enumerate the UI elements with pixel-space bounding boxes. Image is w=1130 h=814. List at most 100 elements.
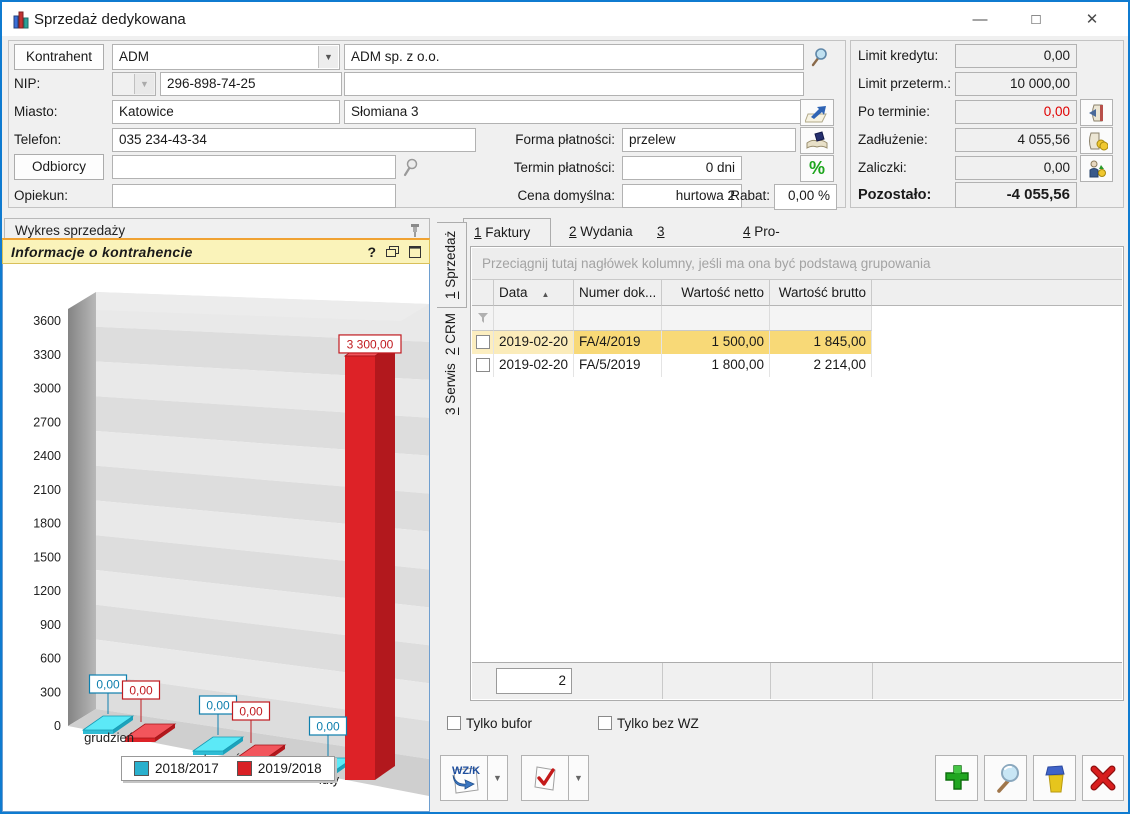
cell-numer[interactable]: FA/4/2019	[574, 331, 662, 354]
tab-sprzedaz[interactable]: 1 Sprzedaż	[437, 222, 467, 308]
header-empty	[872, 280, 1122, 306]
cena-label: Cena domyślna:	[455, 184, 615, 208]
extra-name-field[interactable]	[344, 72, 804, 96]
svg-text:0,00: 0,00	[206, 699, 230, 713]
group-by-hint[interactable]: Przeciągnij tutaj nagłówek kolumny, jeśl…	[472, 248, 1122, 280]
add-button[interactable]	[935, 755, 978, 801]
close-x-icon	[1088, 763, 1118, 793]
odbiorcy-search-icon[interactable]	[400, 156, 420, 178]
nip-field[interactable]: 296-898-74-25	[160, 72, 342, 96]
row-checkbox[interactable]	[476, 358, 490, 372]
magnifier-icon	[990, 762, 1022, 794]
odbiorcy-button[interactable]: Odbiorcy	[14, 154, 104, 180]
kontrahent-button[interactable]: Kontrahent	[14, 44, 104, 70]
tylko-bufor-checkbox[interactable]	[447, 716, 461, 730]
kontrahent-name-field[interactable]: ADM sp. z o.o.	[344, 44, 804, 70]
tylko-bez-wz-checkbox[interactable]	[598, 716, 612, 730]
rabat-field[interactable]: 0,00 %	[774, 184, 837, 210]
tab-wydania[interactable]: 2 Wydania	[559, 218, 645, 247]
trash-icon	[1040, 762, 1070, 794]
debt-list-icon	[1086, 131, 1108, 151]
send-address-button[interactable]	[800, 99, 834, 126]
svg-text:600: 600	[40, 652, 61, 666]
delete-button[interactable]	[1033, 755, 1076, 801]
payment-history-button[interactable]	[800, 127, 834, 154]
telefon-field[interactable]: 035 234-43-34	[112, 128, 476, 152]
miasto-field[interactable]: Katowice	[112, 100, 340, 124]
debt-preview-button[interactable]	[1080, 127, 1113, 154]
row-checkbox[interactable]	[476, 335, 490, 349]
filter-cell[interactable]	[574, 306, 662, 331]
miasto-label: Miasto:	[14, 100, 58, 124]
close-button[interactable]: ✕	[1064, 2, 1120, 36]
filter-funnel-icon[interactable]	[477, 312, 489, 324]
chevron-down-icon: ▼	[134, 74, 154, 94]
pozostalo-label: Pozostało:	[858, 183, 931, 207]
book-icon	[805, 131, 829, 151]
filter-cell[interactable]	[472, 306, 494, 331]
cell-brutto[interactable]: 2 214,00	[770, 354, 872, 377]
header-numer[interactable]: Numer dok...	[574, 280, 662, 306]
cell-data[interactable]: 2019-02-20	[494, 331, 574, 354]
chevron-down-icon[interactable]: ▼	[318, 46, 338, 68]
tylko-bez-wz-label: Tylko bez WZ	[617, 716, 699, 732]
kontrahent-code-combo[interactable]: ADM ▼	[112, 44, 340, 70]
approve-dropdown[interactable]: ▼	[569, 755, 589, 801]
zadluzenie-label: Zadłużenie:	[858, 128, 928, 152]
view-button[interactable]	[984, 755, 1027, 801]
header-brutto[interactable]: Wartość brutto	[770, 280, 872, 306]
approve-button[interactable]	[521, 755, 569, 801]
row-checkbox-cell[interactable]	[472, 354, 494, 377]
opiekun-label: Opiekun:	[14, 184, 68, 208]
restore-icon[interactable]	[386, 246, 399, 258]
tab-pro-forma[interactable]: 4 Pro-Forma	[733, 218, 825, 247]
cell-numer[interactable]: FA/5/2019	[574, 354, 662, 377]
table-row[interactable]: 2019-02-20 FA/5/2019 1 800,00 2 214,00	[472, 354, 872, 377]
svg-text:900: 900	[40, 618, 61, 632]
opiekun-field[interactable]	[112, 184, 396, 208]
minimize-button[interactable]: —	[952, 2, 1008, 36]
discount-button[interactable]: %	[800, 155, 834, 182]
maximize-button[interactable]: □	[1008, 2, 1064, 36]
tab-crm[interactable]: 2 CRM	[437, 312, 467, 356]
po-terminie-label: Po terminie:	[858, 100, 930, 124]
header-checkbox-column[interactable]	[472, 280, 494, 306]
row-checkbox-cell[interactable]	[472, 331, 494, 354]
cancel-button[interactable]	[1082, 755, 1124, 801]
forma-platnosci-field[interactable]: przelew	[622, 128, 796, 152]
odbiorcy-field[interactable]	[112, 155, 396, 179]
tab-serwis[interactable]: 3 Serwis	[437, 360, 467, 418]
kontrahent-code-value: ADM	[119, 49, 149, 64]
zaliczki-value: 0,00	[955, 156, 1077, 180]
termin-field[interactable]: 0 dni	[622, 156, 742, 180]
svg-text:3300: 3300	[33, 348, 61, 362]
svg-text:2100: 2100	[33, 483, 61, 497]
pin-icon[interactable]	[409, 223, 421, 237]
header-netto[interactable]: Wartość netto	[662, 280, 770, 306]
cell-data[interactable]: 2019-02-20	[494, 354, 574, 377]
cell-brutto[interactable]: 1 845,00	[770, 331, 872, 354]
search-icon[interactable]	[808, 46, 830, 68]
maximize-panel-icon[interactable]	[409, 246, 421, 258]
adres-field[interactable]: Słomiana 3	[344, 100, 804, 124]
tab-rezerwacje[interactable]: 3 Rezerwacje	[647, 218, 743, 247]
zadluzenie-value: 4 055,56	[955, 128, 1077, 152]
limit-przeterm-value: 10 000,00	[955, 72, 1077, 96]
table-row[interactable]: 2019-02-20 FA/4/2019 1 500,00 1 845,00	[472, 331, 872, 354]
filter-cell[interactable]	[662, 306, 770, 331]
wzk-button[interactable]: WZ/K	[440, 755, 488, 801]
help-icon[interactable]: ?	[367, 244, 376, 260]
wzk-dropdown[interactable]: ▼	[488, 755, 508, 801]
overdue-payments-button[interactable]	[1080, 99, 1113, 126]
cell-netto[interactable]: 1 800,00	[662, 354, 770, 377]
filter-cell[interactable]	[770, 306, 872, 331]
legend-label: 2019/2018	[258, 761, 322, 776]
advances-button[interactable]	[1080, 155, 1113, 182]
rabat-label: Rabat:	[724, 184, 770, 208]
header-data[interactable]: Data▲	[494, 280, 574, 306]
svg-text:2700: 2700	[33, 415, 61, 429]
svg-text:grudzień: grudzień	[84, 730, 134, 745]
filter-cell[interactable]	[494, 306, 574, 331]
tab-faktury[interactable]: 1 Faktury	[463, 218, 551, 247]
cell-netto[interactable]: 1 500,00	[662, 331, 770, 354]
